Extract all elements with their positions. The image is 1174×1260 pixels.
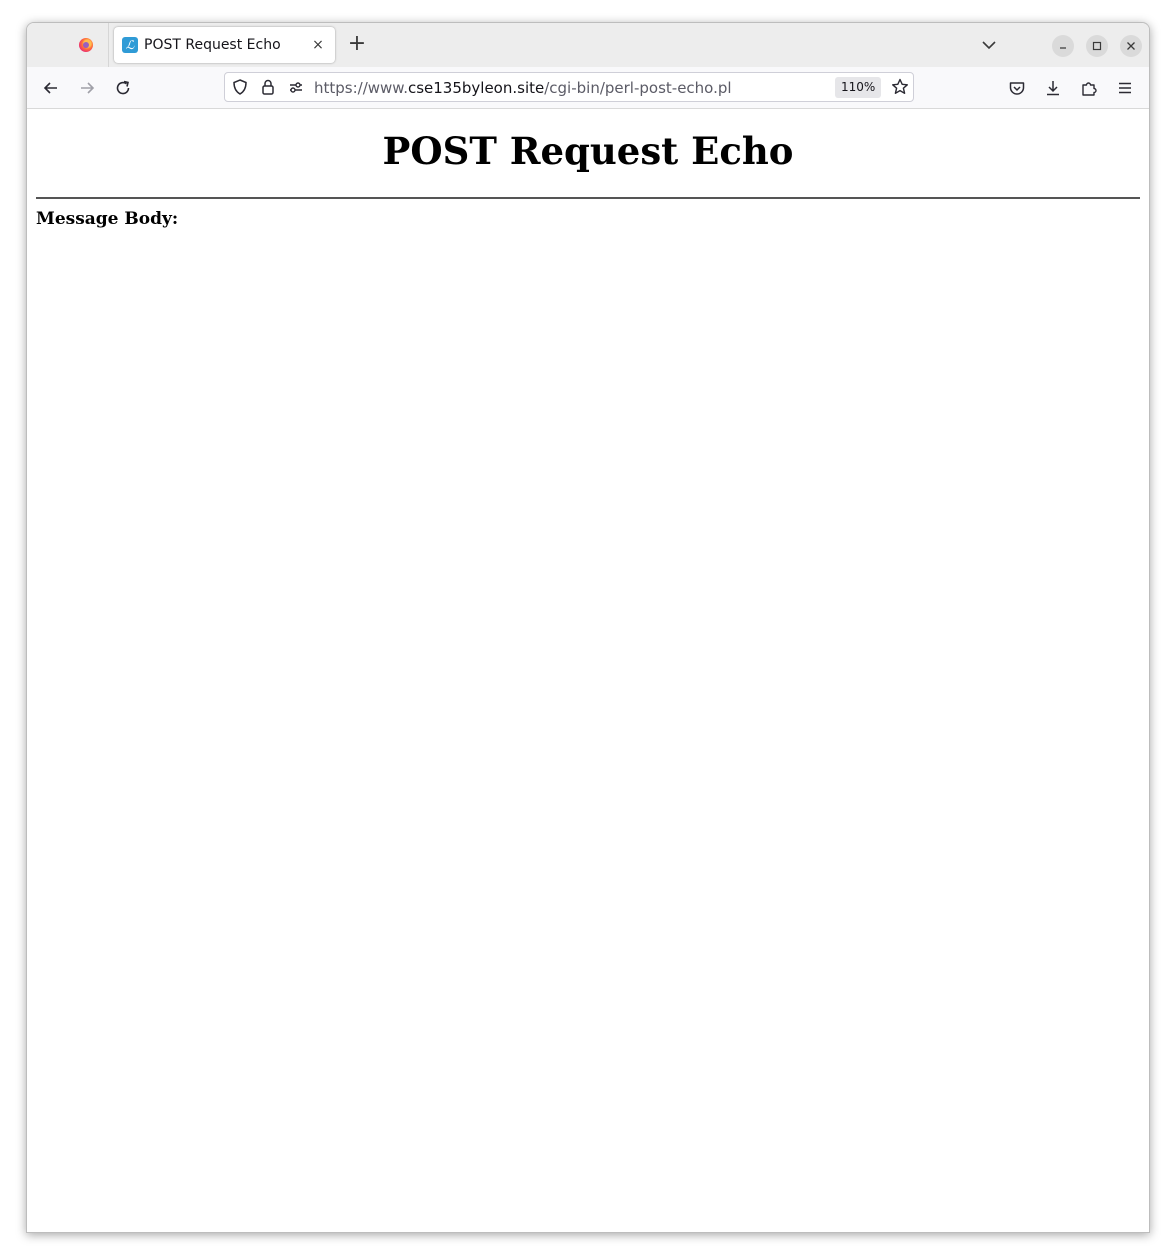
horizontal-rule [36,197,1140,199]
message-body-label: Message Body: [36,209,179,229]
tracking-protection-shield-icon[interactable] [230,77,250,97]
minimize-icon[interactable] [1052,35,1074,57]
download-icon[interactable] [1043,78,1063,98]
url-scheme: https://www. [314,79,408,97]
firefox-logo-icon [79,38,93,52]
url-text[interactable]: https://www.cse135byleon.site/cgi-bin/pe… [314,79,732,97]
chevron-down-icon[interactable] [979,35,999,55]
page-content: POST Request Echo Message Body: [27,109,1149,1232]
permissions-icon[interactable] [286,77,306,97]
url-path: /cgi-bin/perl-post-echo.pl [544,79,732,97]
lock-icon[interactable] [258,77,278,97]
reload-icon[interactable] [113,78,133,98]
hamburger-menu-icon[interactable] [1115,78,1135,98]
page-title: POST Request Echo [382,129,794,173]
star-icon[interactable] [890,77,910,97]
zoom-level-badge[interactable]: 110% [835,77,882,98]
forward-arrow-icon[interactable] [77,78,97,98]
tab-close-icon[interactable]: × [310,37,326,53]
maximize-icon[interactable] [1086,35,1108,57]
firefox-view-button[interactable] [27,23,109,67]
back-arrow-icon[interactable] [41,78,61,98]
tab-strip: ℒ POST Request Echo × + [27,23,1149,67]
close-icon[interactable] [1120,35,1142,57]
pocket-icon[interactable] [1007,78,1027,98]
url-host: cse135byleon.site [407,79,545,97]
site-favicon-icon: ℒ [122,37,138,53]
browser-window: ℒ POST Request Echo × + https://www.cse1… [26,22,1150,1233]
tab-title: POST Request Echo [144,37,281,53]
tab-active[interactable]: ℒ POST Request Echo × [114,27,335,63]
url-bar[interactable]: https://www.cse135byleon.site/cgi-bin/pe… [224,72,914,102]
extensions-puzzle-icon[interactable] [1079,78,1099,98]
navigation-toolbar: https://www.cse135byleon.site/cgi-bin/pe… [27,67,1149,109]
new-tab-button[interactable]: + [345,33,369,57]
